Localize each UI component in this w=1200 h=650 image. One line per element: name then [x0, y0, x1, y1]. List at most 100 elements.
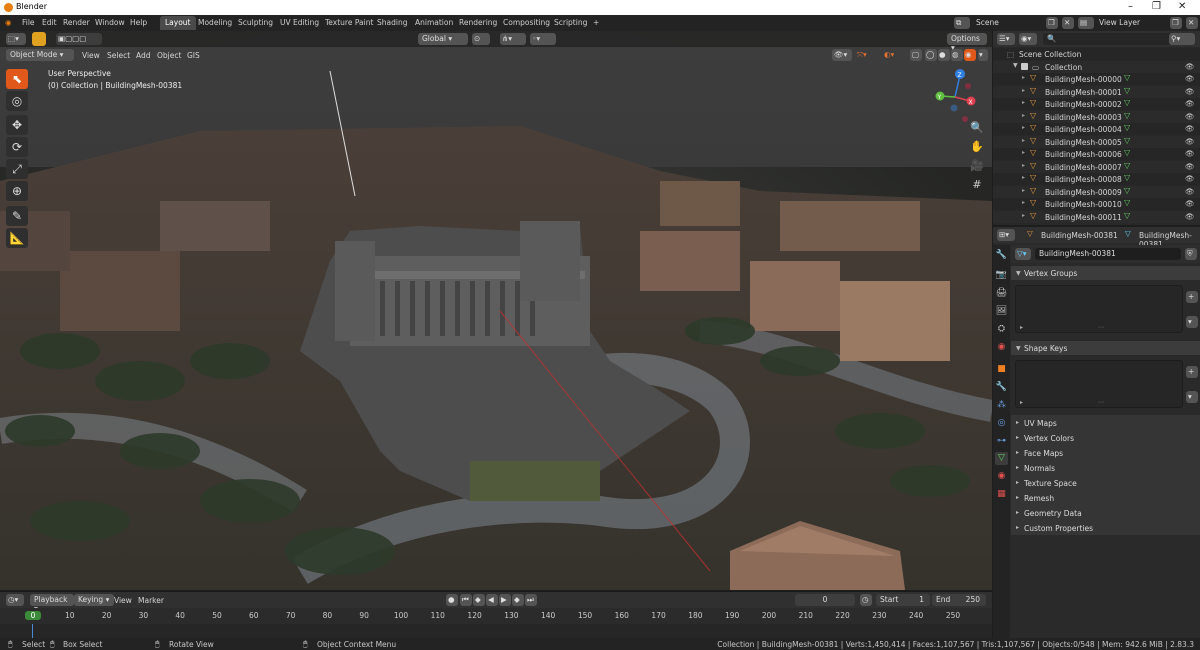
- solid-shading-icon[interactable]: ●: [938, 49, 950, 61]
- collection-checkbox[interactable]: [1021, 62, 1028, 70]
- menu-object[interactable]: Object: [157, 51, 181, 60]
- rotate-tool-icon[interactable]: ⟳: [6, 137, 28, 157]
- add-shape-key-button[interactable]: +: [1186, 366, 1198, 378]
- jump-end-icon[interactable]: ⏭: [525, 594, 537, 606]
- tab-scripting[interactable]: Scripting: [549, 16, 592, 30]
- record-icon[interactable]: ●: [446, 594, 458, 606]
- collapsed-panel-face-maps[interactable]: ▸ Face Maps: [1011, 445, 1200, 460]
- expand-item-icon[interactable]: ▸: [1022, 212, 1025, 219]
- menu-file[interactable]: File: [22, 18, 35, 27]
- outliner-scene-collection[interactable]: ⬚ Scene Collection: [993, 48, 1200, 61]
- particle-properties-icon[interactable]: ⁂: [995, 399, 1008, 412]
- move-tool-icon[interactable]: ✥: [6, 115, 28, 135]
- collapsed-panel-remesh[interactable]: ▸ Remesh: [1011, 490, 1200, 505]
- mesh-name-field[interactable]: BuildingMesh-00381: [1035, 248, 1181, 260]
- gizmo-toggle-icon[interactable]: ⤧▾: [855, 49, 877, 61]
- playhead-line[interactable]: [32, 624, 33, 638]
- expand-item-icon[interactable]: ▸: [1022, 74, 1025, 81]
- menu-help[interactable]: Help: [130, 18, 147, 27]
- menu-select[interactable]: Select: [107, 51, 130, 60]
- expand-item-icon[interactable]: ▸: [1022, 112, 1025, 119]
- texture-properties-icon[interactable]: ▦: [995, 488, 1008, 501]
- collapsed-panel-uv-maps[interactable]: ▸ UV Maps: [1011, 415, 1200, 430]
- shape-keys-list-expand-icon[interactable]: ▸: [1020, 399, 1023, 406]
- prev-keyframe-icon[interactable]: ◆: [473, 594, 485, 606]
- cursor-tool-icon[interactable]: ◎: [6, 91, 28, 111]
- shape-keys-resize-handle[interactable]: ⋯: [1098, 399, 1104, 406]
- expand-item-icon[interactable]: ▸: [1022, 187, 1025, 194]
- timeline-track-area[interactable]: [0, 624, 992, 638]
- rendered-shading-icon[interactable]: ◉: [964, 49, 976, 61]
- tab-layout[interactable]: Layout: [160, 16, 196, 30]
- vertex-groups-list[interactable]: ▸ ⋯: [1015, 285, 1183, 333]
- collapsed-panel-vertex-colors[interactable]: ▸ Vertex Colors: [1011, 430, 1200, 445]
- keying-dropdown[interactable]: Keying ▾: [74, 594, 114, 606]
- menu-edit[interactable]: Edit: [42, 18, 57, 27]
- visibility-eye-icon[interactable]: 👁: [1185, 124, 1195, 133]
- menu-gis[interactable]: GIS: [187, 51, 200, 60]
- expand-item-icon[interactable]: ▸: [1022, 87, 1025, 94]
- outliner-search-input[interactable]: 🔍: [1043, 33, 1173, 45]
- new-scene-icon[interactable]: ❐: [1046, 17, 1058, 29]
- world-properties-icon[interactable]: ◉: [995, 341, 1008, 354]
- visibility-eye-icon[interactable]: 👁: [1185, 87, 1195, 96]
- play-reverse-icon[interactable]: ◀: [486, 594, 498, 606]
- outliner-collection[interactable]: ▼ ▭ Collection 👁: [993, 60, 1200, 73]
- annotate-tool-icon[interactable]: ✎: [6, 206, 28, 226]
- mesh-browse-icon[interactable]: ▽▾: [1015, 248, 1031, 260]
- maximize-icon[interactable]: ❐: [1152, 1, 1161, 12]
- scene-properties-icon[interactable]: ⛭: [995, 323, 1008, 336]
- scene-icon[interactable]: ⧉: [954, 17, 970, 29]
- visibility-eye-icon[interactable]: 👁: [1185, 174, 1195, 183]
- menu-add[interactable]: Add: [136, 51, 151, 60]
- minimize-icon[interactable]: –: [1128, 1, 1133, 12]
- blender-menu-icon[interactable]: ◉: [5, 18, 12, 27]
- mesh-data-properties-icon[interactable]: ▽: [995, 452, 1008, 465]
- output-properties-icon[interactable]: 🖨: [995, 287, 1008, 300]
- shape-keys-list[interactable]: ▸ ⋯: [1015, 360, 1183, 408]
- selection-mode-icons[interactable]: ▣▢▢▢: [56, 33, 102, 45]
- modifier-properties-icon[interactable]: 🔧: [995, 381, 1008, 394]
- transform-orientation-dropdown[interactable]: Global ▾: [418, 33, 468, 45]
- add-vertex-group-button[interactable]: +: [1186, 291, 1198, 303]
- menu-view[interactable]: View: [82, 51, 100, 60]
- object-properties-icon[interactable]: ■: [995, 363, 1008, 376]
- fake-user-icon[interactable]: ⛨: [1185, 248, 1197, 260]
- transform-tool-icon[interactable]: ⊕: [6, 181, 28, 201]
- collapsed-panel-normals[interactable]: ▸ Normals: [1011, 460, 1200, 475]
- tab-uv-editing[interactable]: UV Editing: [275, 16, 324, 30]
- visibility-eye-icon[interactable]: 👁: [1185, 74, 1195, 83]
- outliner-item[interactable]: ▸ ▽ BuildingMesh-00011 ▽ 👁: [993, 210, 1200, 223]
- collapsed-panel-custom-properties[interactable]: ▸ Custom Properties: [1011, 520, 1200, 535]
- expand-item-icon[interactable]: ▸: [1022, 124, 1025, 131]
- next-keyframe-icon[interactable]: ◆: [512, 594, 524, 606]
- zoom-icon[interactable]: 🔍: [968, 121, 986, 137]
- outliner-item[interactable]: ▸ ▽ BuildingMesh-00004 ▽ 👁: [993, 123, 1200, 136]
- end-frame-field[interactable]: End 250: [932, 594, 986, 606]
- tab-shading[interactable]: Shading: [372, 16, 412, 30]
- outliner-item[interactable]: ▸ ▽ BuildingMesh-00001 ▽ 👁: [993, 85, 1200, 98]
- select-box-tool-icon[interactable]: [32, 32, 46, 46]
- tool-properties-icon[interactable]: 🔧: [995, 249, 1008, 262]
- properties-editor-type-icon[interactable]: ⊞▾: [997, 229, 1015, 241]
- expand-collection-icon[interactable]: ▼: [1013, 62, 1018, 69]
- outliner-item[interactable]: ▸ ▽ BuildingMesh-00000 ▽ 👁: [993, 73, 1200, 86]
- tab-sculpting[interactable]: Sculpting: [233, 16, 278, 30]
- delete-view-layer-icon[interactable]: ✕: [1186, 17, 1198, 29]
- visibility-eye-icon[interactable]: 👁: [1185, 137, 1195, 146]
- playback-dropdown[interactable]: Playback ▾: [30, 594, 74, 613]
- select-tool-icon[interactable]: ⬉: [6, 69, 28, 89]
- tab-modeling[interactable]: Modeling: [193, 16, 237, 30]
- list-expand-icon[interactable]: ▸: [1020, 324, 1023, 331]
- delete-scene-icon[interactable]: ✕: [1062, 17, 1074, 29]
- measure-tool-icon[interactable]: 📐: [6, 228, 28, 248]
- expand-item-icon[interactable]: ▸: [1022, 199, 1025, 206]
- tab-compositing[interactable]: Compositing: [498, 16, 555, 30]
- outliner-item[interactable]: ▸ ▽ BuildingMesh-00009 ▽ 👁: [993, 185, 1200, 198]
- pan-hand-icon[interactable]: ✋: [968, 140, 986, 156]
- material-properties-icon[interactable]: ◉: [995, 470, 1008, 483]
- outliner-item[interactable]: ▸ ▽ BuildingMesh-00007 ▽ 👁: [993, 160, 1200, 173]
- outliner-item[interactable]: ▸ ▽ BuildingMesh-00006 ▽ 👁: [993, 148, 1200, 161]
- menu-render[interactable]: Render: [63, 18, 90, 27]
- outliner-item[interactable]: ▸ ▽ BuildingMesh-00005 ▽ 👁: [993, 135, 1200, 148]
